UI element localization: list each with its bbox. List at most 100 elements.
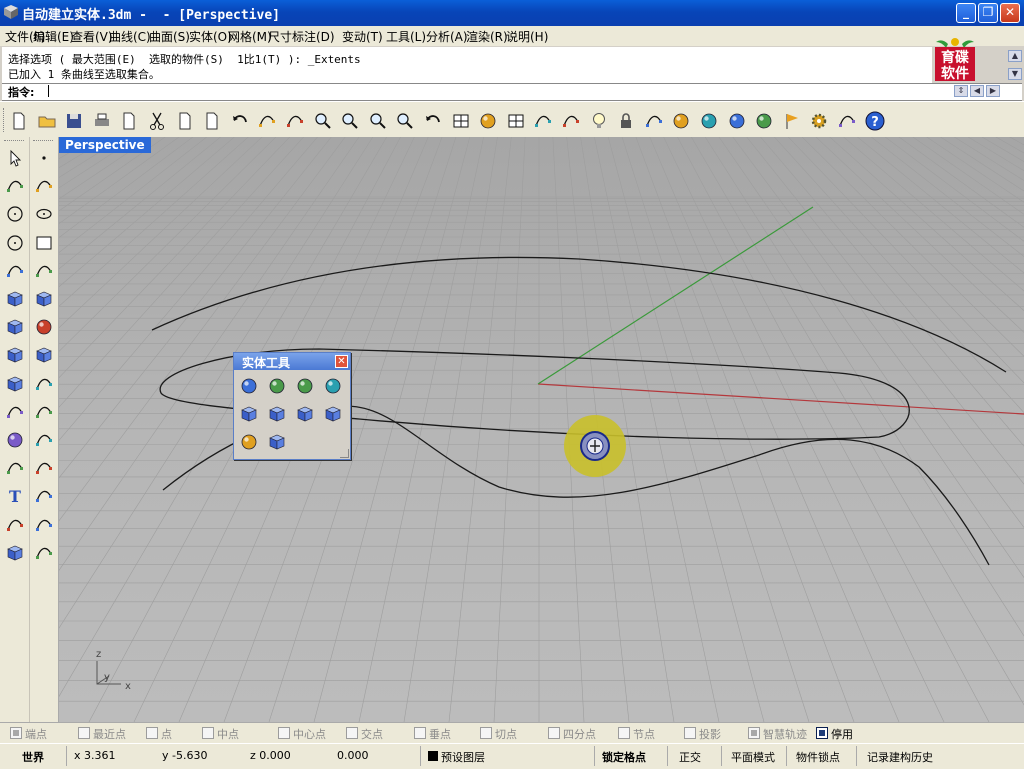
command-history-toggle-button[interactable]: ⇕ [954,85,968,97]
save-button[interactable] [63,110,85,132]
toolbar-grip[interactable] [4,140,24,143]
command-prev-button[interactable]: ◀ [970,85,984,97]
menu-item[interactable]: 编辑(E) [33,28,74,45]
open-folder-button[interactable] [36,110,58,132]
osnap-checkbox[interactable] [346,727,358,739]
osnap-option[interactable]: 停用 [816,726,853,742]
cplane-button[interactable] [532,110,554,132]
osnap-checkbox[interactable] [202,727,214,739]
zoom-button[interactable] [312,110,334,132]
grid-plane-button[interactable] [505,110,527,132]
extract-surface-button[interactable] [266,403,288,425]
osnap-checkbox[interactable] [748,727,760,739]
polyline-tool-button[interactable] [4,175,26,197]
toolbar-grip[interactable] [33,140,53,143]
cylinder-solid-tool-button[interactable] [4,344,26,366]
menu-item[interactable]: 实体(O) [189,28,232,45]
cplane-indicator[interactable]: 世界 [22,749,44,765]
zoom-window-button[interactable] [339,110,361,132]
osnap-option[interactable]: 切点 [480,726,517,742]
undo-view-button[interactable] [422,110,444,132]
osnap-option[interactable]: 智慧轨迹 [748,726,807,742]
osnap-checkbox[interactable] [684,727,696,739]
menu-item[interactable]: 曲面(S) [149,28,190,45]
surface-tool-button[interactable] [4,288,26,310]
select-arrow-tool-button[interactable] [4,147,26,169]
circle-tool-button[interactable] [4,203,26,225]
zoom-extents-button[interactable] [367,110,389,132]
lock-button[interactable] [615,110,637,132]
osnap-option[interactable]: 交点 [346,726,383,742]
osnap-checkbox[interactable] [10,727,22,739]
planar-toggle[interactable]: 平面模式 [731,749,775,765]
pan-hand-button[interactable] [256,110,278,132]
solid-tools-close-button[interactable]: ✕ [335,355,348,368]
point-tool-button[interactable] [33,147,55,169]
osnap-option[interactable]: 投影 [684,726,721,742]
osnap-checkbox[interactable] [78,727,90,739]
osnap-toggle[interactable]: 物件锁点 [796,749,840,765]
rebuild-tool-button[interactable] [33,457,55,479]
paste-button[interactable] [201,110,223,132]
dimension-tool-button[interactable] [33,485,55,507]
command-input[interactable] [48,84,948,98]
minimize-button[interactable]: _ [956,3,976,23]
polygon-tool-button[interactable] [4,260,26,282]
layers-button[interactable] [643,110,665,132]
rotate-view-button[interactable] [284,110,306,132]
fillet-curve-tool-button[interactable] [33,260,55,282]
loft-surface-tool-button[interactable] [33,288,55,310]
merge-faces-button[interactable] [294,403,316,425]
color-wheel-button[interactable] [670,110,692,132]
group-tool-button[interactable] [33,429,55,451]
new-file-button[interactable] [8,110,30,132]
solid-tools-titlebar[interactable]: 实体工具 ✕ [234,353,350,370]
toolbar-grip[interactable] [3,108,7,132]
help-button[interactable]: ? [864,110,886,132]
osnap-checkbox[interactable] [548,727,560,739]
osnap-option[interactable]: 点 [146,726,172,742]
command-next-button[interactable]: ▶ [986,85,1000,97]
menu-item[interactable]: 查看(V) [71,28,113,45]
point-snap-button[interactable] [560,110,582,132]
cut-button[interactable] [146,110,168,132]
explode-tool-button[interactable] [33,373,55,395]
maximize-button[interactable]: ❐ [978,3,998,23]
osnap-checkbox[interactable] [278,727,290,739]
four-viewports-button[interactable] [450,110,472,132]
settings-gear-button[interactable] [808,110,830,132]
osnap-checkbox[interactable] [146,727,158,739]
menu-item[interactable]: 网格(M) [228,28,272,45]
menu-item[interactable]: 分析(A) [426,28,468,45]
split-tool-button[interactable] [4,401,26,423]
osnap-option[interactable]: 最近点 [78,726,126,742]
import-button[interactable] [118,110,140,132]
osnap-checkbox[interactable] [618,727,630,739]
trim-tool-button[interactable] [33,401,55,423]
arc-tool-button[interactable] [4,232,26,254]
menu-item[interactable]: 渲染(R) [466,28,508,45]
ruler-tool-button[interactable] [33,542,55,564]
solid-box-edit-button[interactable] [266,431,288,453]
history-scroll-up-button[interactable]: ▲ [1008,50,1022,62]
solid-edit-button[interactable] [322,403,344,425]
zoom-selected-button[interactable] [394,110,416,132]
snap-toggle[interactable]: 锁定格点 [602,749,646,765]
panel-resize-grip[interactable] [340,449,349,458]
shade-button[interactable] [698,110,720,132]
curve-control-points-tool-button[interactable] [33,175,55,197]
cap-planar-holes-button[interactable] [238,403,260,425]
array-tool-button[interactable] [4,514,26,536]
wireframe-sphere-button[interactable] [726,110,748,132]
undo-button[interactable] [229,110,251,132]
text-tool-button[interactable]: T [4,485,26,507]
flag-button[interactable] [781,110,803,132]
menu-item[interactable]: 尺寸标注(D) [268,28,335,45]
rectangle-tool-button[interactable] [33,232,55,254]
solid-box-tool-button[interactable] [4,542,26,564]
menu-item[interactable]: 说明(H) [506,28,548,45]
options-button[interactable] [836,110,858,132]
box-solid-tool-button[interactable] [4,316,26,338]
car-render-button[interactable] [477,110,499,132]
sphere-solid-tool-button[interactable] [33,316,55,338]
